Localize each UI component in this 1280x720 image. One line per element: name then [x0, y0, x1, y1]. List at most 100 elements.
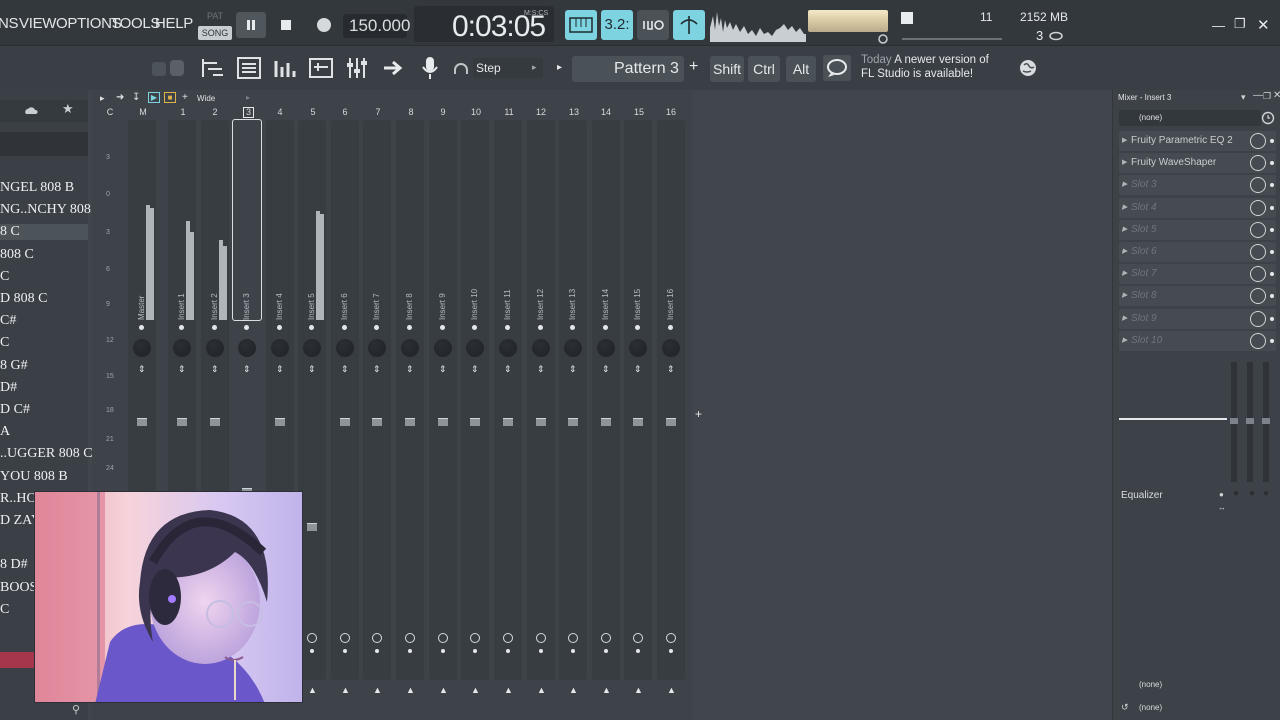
slot-enable-led[interactable]: [1270, 250, 1274, 254]
mixer-strip[interactable]: Insert 11: [494, 120, 522, 680]
slot-enable-led[interactable]: [1270, 227, 1274, 232]
typing-keyboard-button[interactable]: [565, 10, 597, 40]
route-button[interactable]: [568, 633, 578, 643]
playlist-icon[interactable]: [200, 55, 226, 81]
mute-led[interactable]: [603, 325, 608, 330]
slot-expand-icon[interactable]: ▶: [1122, 286, 1127, 306]
minimize-icon[interactable]: —: [1212, 18, 1225, 33]
route-button[interactable]: [666, 633, 676, 643]
channel-rack-icon[interactable]: [236, 55, 262, 81]
stereo-separation-icon[interactable]: ⇕: [406, 364, 414, 375]
volume-fader[interactable]: [210, 418, 220, 426]
volume-fader[interactable]: [340, 418, 350, 426]
stereo-separation-icon[interactable]: ⇕: [276, 364, 284, 375]
input-selector[interactable]: (none): [1139, 680, 1162, 689]
route-button[interactable]: [536, 633, 546, 643]
mixer-col-label[interactable]: 14: [596, 107, 616, 117]
volume-fader[interactable]: [275, 418, 285, 426]
volume-fader[interactable]: [536, 418, 546, 426]
slot-mix-knob[interactable]: [1250, 310, 1266, 327]
send-arrow-icon[interactable]: ▲: [308, 685, 317, 695]
eq-band-knob-1[interactable]: ●: [1219, 490, 1224, 499]
pan-knob[interactable]: [336, 339, 354, 357]
mixer-col-label[interactable]: M: [133, 107, 153, 117]
hint-bubble-icon[interactable]: [822, 54, 852, 82]
send-arrow-icon[interactable]: ▲: [471, 685, 480, 695]
mixer-strip[interactable]: Insert 3: [232, 119, 262, 321]
insert-panel-minimize-icon[interactable]: —: [1253, 90, 1263, 101]
route-button[interactable]: [307, 633, 317, 643]
eq-band-knob-2[interactable]: ●: [1233, 488, 1239, 499]
slot-expand-icon[interactable]: ▶: [1122, 331, 1127, 351]
alt-key-button[interactable]: Alt: [786, 56, 816, 82]
stereo-separation-icon[interactable]: ⇕: [138, 364, 146, 375]
slot-mix-knob[interactable]: [1250, 221, 1266, 238]
stereo-separation-icon[interactable]: ⇕: [439, 364, 447, 375]
menu-item-view[interactable]: VIEW: [19, 15, 56, 32]
effect-slot[interactable]: ▶ Slot 10: [1119, 330, 1276, 351]
effect-slot[interactable]: ▶ Fruity WaveShaper: [1119, 153, 1276, 174]
pan-knob[interactable]: [532, 339, 550, 357]
slot-mix-knob[interactable]: [1250, 332, 1266, 349]
effect-slot[interactable]: ▶ Slot 7: [1119, 264, 1276, 285]
mute-led[interactable]: [342, 325, 347, 330]
browser-item[interactable]: D#: [0, 380, 17, 396]
slot-mix-knob[interactable]: [1250, 155, 1266, 172]
slot-enable-led[interactable]: [1270, 161, 1274, 166]
pan-knob[interactable]: [206, 339, 224, 357]
mute-led[interactable]: [277, 325, 282, 330]
mixer-col-label[interactable]: 8: [401, 107, 421, 117]
mixer-col-label[interactable]: 13: [564, 107, 584, 117]
browser-item[interactable]: BOOS: [0, 580, 37, 596]
eq-band-slider-1[interactable]: [1230, 362, 1238, 482]
stereo-separation-icon[interactable]: ⇕: [211, 364, 219, 375]
eq-band-knob-4[interactable]: ●: [1263, 488, 1269, 499]
slot-expand-icon[interactable]: ▶: [1122, 242, 1127, 262]
mixer-strip[interactable]: Insert 13: [559, 120, 587, 680]
menu-item-help[interactable]: HELP: [155, 15, 193, 32]
mute-led[interactable]: [244, 325, 249, 330]
route-button[interactable]: [633, 633, 643, 643]
mute-led[interactable]: [309, 325, 314, 330]
browser-item[interactable]: C: [0, 335, 9, 351]
mute-led[interactable]: [472, 325, 477, 330]
stereo-separation-icon[interactable]: ⇕: [504, 364, 512, 375]
song-position-display[interactable]: 0:03:05 M:S:CS: [414, 6, 554, 43]
browser-item[interactable]: ..UGGER 808 C: [0, 446, 93, 462]
add-pattern-icon[interactable]: +: [689, 58, 698, 76]
slot-enable-led[interactable]: [1270, 338, 1274, 343]
pan-knob[interactable]: [238, 339, 256, 357]
pan-knob[interactable]: [466, 339, 484, 357]
cloud-icon[interactable]: [24, 105, 38, 115]
volume-fader[interactable]: [177, 418, 187, 426]
slot-enable-led[interactable]: [1270, 205, 1274, 210]
stereo-separation-icon[interactable]: ⇕: [602, 364, 610, 375]
mixer-tool-4-icon[interactable]: ■: [164, 92, 176, 103]
volume-fader[interactable]: [405, 418, 415, 426]
send-arrow-icon[interactable]: ▲: [667, 685, 676, 695]
stereo-separation-icon[interactable]: ⇕: [634, 364, 642, 375]
pan-knob[interactable]: [434, 339, 452, 357]
slot-mix-knob[interactable]: [1250, 177, 1266, 194]
mute-led[interactable]: [505, 325, 510, 330]
mixer-col-label[interactable]: 6: [335, 107, 355, 117]
send-arrow-icon[interactable]: ▲: [537, 685, 546, 695]
master-volume-knob[interactable]: [877, 34, 889, 44]
send-arrow-icon[interactable]: ▲: [569, 685, 578, 695]
pan-knob[interactable]: [133, 339, 151, 357]
route-button[interactable]: [503, 633, 513, 643]
slot-enable-led[interactable]: [1270, 272, 1274, 277]
mixer-col-label[interactable]: 7: [368, 107, 388, 117]
microphone-icon[interactable]: [418, 55, 442, 81]
slot-expand-icon[interactable]: ▶: [1122, 220, 1127, 240]
loop-record-button[interactable]: [637, 10, 669, 40]
volume-fader[interactable]: [633, 418, 643, 426]
insert-panel-menu-icon[interactable]: ▾: [1241, 92, 1246, 103]
mixer-strip[interactable]: Insert 6: [331, 120, 359, 680]
mute-led[interactable]: [635, 325, 640, 330]
stereo-separation-icon[interactable]: ⇕: [373, 364, 381, 375]
mixer-tool-3-icon[interactable]: ▶: [148, 92, 160, 103]
mixer-tool-1-icon[interactable]: ➜: [116, 92, 124, 103]
slot-enable-led[interactable]: [1270, 294, 1274, 299]
pan-knob[interactable]: [499, 339, 517, 357]
